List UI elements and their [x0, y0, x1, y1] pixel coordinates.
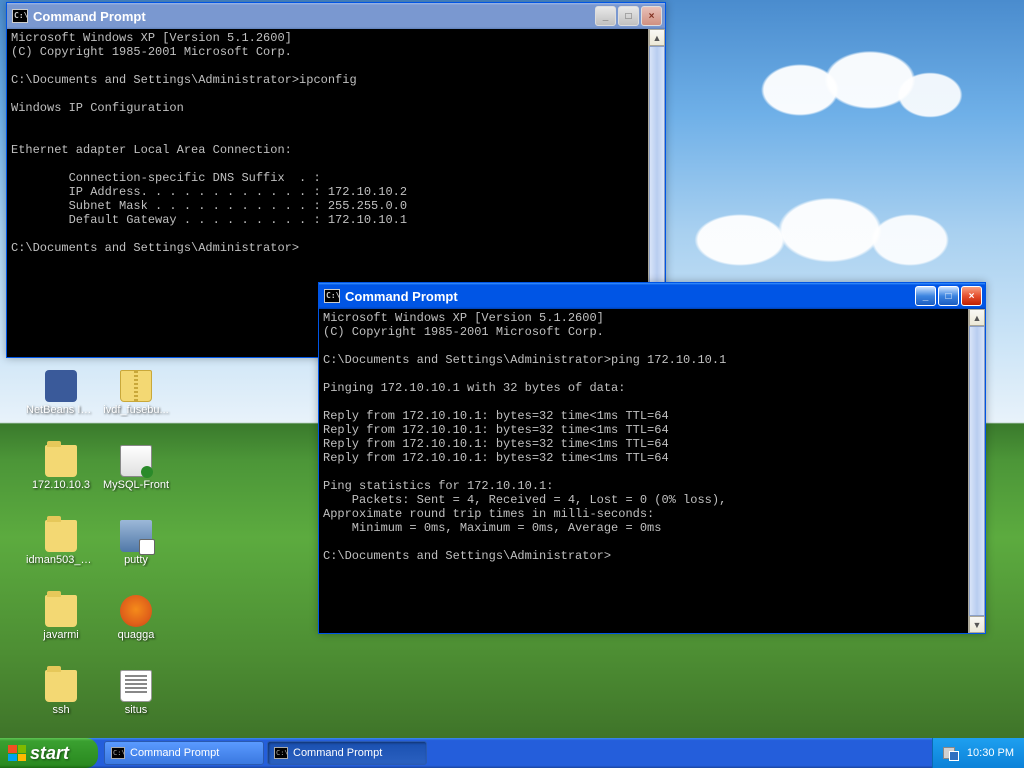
taskbar: start C:\ Command Prompt C:\ Command Pro…: [0, 738, 1024, 768]
desktop-icon-javarmi[interactable]: javarmi: [26, 595, 96, 642]
window-title: Command Prompt: [345, 289, 915, 304]
titlebar[interactable]: C:\ Command Prompt _ □ ×: [7, 3, 665, 29]
cmd-icon: C:\: [12, 9, 28, 23]
scrollbar[interactable]: ▲ ▼: [968, 309, 985, 633]
mysql-icon: [120, 445, 152, 477]
start-label: start: [30, 743, 69, 764]
console-output: Microsoft Windows XP [Version 5.1.2600] …: [319, 309, 985, 633]
icon-label: javarmi: [26, 629, 96, 642]
archive-icon: [120, 370, 152, 402]
desktop-icon-ssh[interactable]: ssh: [26, 670, 96, 717]
icon-label: NetBeans IDE 3.6: [26, 404, 96, 417]
icon-label: situs: [101, 704, 171, 717]
cmd-icon: C:\: [324, 289, 340, 303]
cmd-icon: C:\: [274, 747, 288, 759]
putty-icon: [120, 520, 152, 552]
network-icon[interactable]: [943, 745, 959, 761]
titlebar[interactable]: C:\ Command Prompt _ □ ×: [319, 283, 985, 309]
desktop-icon-ivdf[interactable]: ivdf_fusebu...: [101, 370, 171, 417]
netbeans-icon: [45, 370, 77, 402]
file-icon: [120, 670, 152, 702]
firefox-icon: [120, 595, 152, 627]
icon-label: quagga: [101, 629, 171, 642]
taskbar-item-cmd2[interactable]: C:\ Command Prompt: [267, 741, 427, 765]
close-button[interactable]: ×: [961, 286, 982, 306]
minimize-button[interactable]: _: [595, 6, 616, 26]
icon-label: 172.10.10.3: [26, 479, 96, 492]
window-cmd-ping[interactable]: C:\ Command Prompt _ □ × Microsoft Windo…: [318, 282, 986, 634]
folder-icon: [45, 595, 77, 627]
maximize-button[interactable]: □: [938, 286, 959, 306]
icon-label: idman503_B...: [26, 554, 96, 567]
icon-label: MySQL-Front: [101, 479, 171, 492]
scroll-track[interactable]: [969, 326, 985, 616]
folder-icon: [45, 445, 77, 477]
system-tray[interactable]: 10:30 PM: [932, 738, 1024, 768]
taskbar-item-cmd1[interactable]: C:\ Command Prompt: [104, 741, 264, 765]
scroll-up-button[interactable]: ▲: [649, 29, 665, 46]
scroll-down-button[interactable]: ▼: [969, 616, 985, 633]
window-title: Command Prompt: [33, 9, 595, 24]
scroll-up-button[interactable]: ▲: [969, 309, 985, 326]
close-button[interactable]: ×: [641, 6, 662, 26]
desktop-icon-quagga[interactable]: quagga: [101, 595, 171, 642]
folder-icon: [45, 670, 77, 702]
cmd-icon: C:\: [111, 747, 125, 759]
desktop-icon-mysqlfront[interactable]: MySQL-Front: [101, 445, 171, 492]
taskbar-items: C:\ Command Prompt C:\ Command Prompt: [98, 738, 932, 768]
desktop-icon-putty[interactable]: putty: [101, 520, 171, 567]
windows-logo-icon: [8, 745, 26, 761]
folder-icon: [45, 520, 77, 552]
clock: 10:30 PM: [967, 747, 1014, 759]
scroll-thumb[interactable]: [969, 326, 985, 616]
icon-label: putty: [101, 554, 171, 567]
icon-label: ivdf_fusebu...: [101, 404, 171, 417]
desktop-icon-netbeans[interactable]: NetBeans IDE 3.6: [26, 370, 96, 417]
minimize-button[interactable]: _: [915, 286, 936, 306]
desktop-icon-idman[interactable]: idman503_B...: [26, 520, 96, 567]
task-label: Command Prompt: [293, 747, 382, 759]
maximize-button[interactable]: □: [618, 6, 639, 26]
task-label: Command Prompt: [130, 747, 219, 759]
icon-label: ssh: [26, 704, 96, 717]
desktop-icon-ipfolder[interactable]: 172.10.10.3: [26, 445, 96, 492]
start-button[interactable]: start: [0, 738, 98, 768]
desktop-icon-situs[interactable]: situs: [101, 670, 171, 717]
